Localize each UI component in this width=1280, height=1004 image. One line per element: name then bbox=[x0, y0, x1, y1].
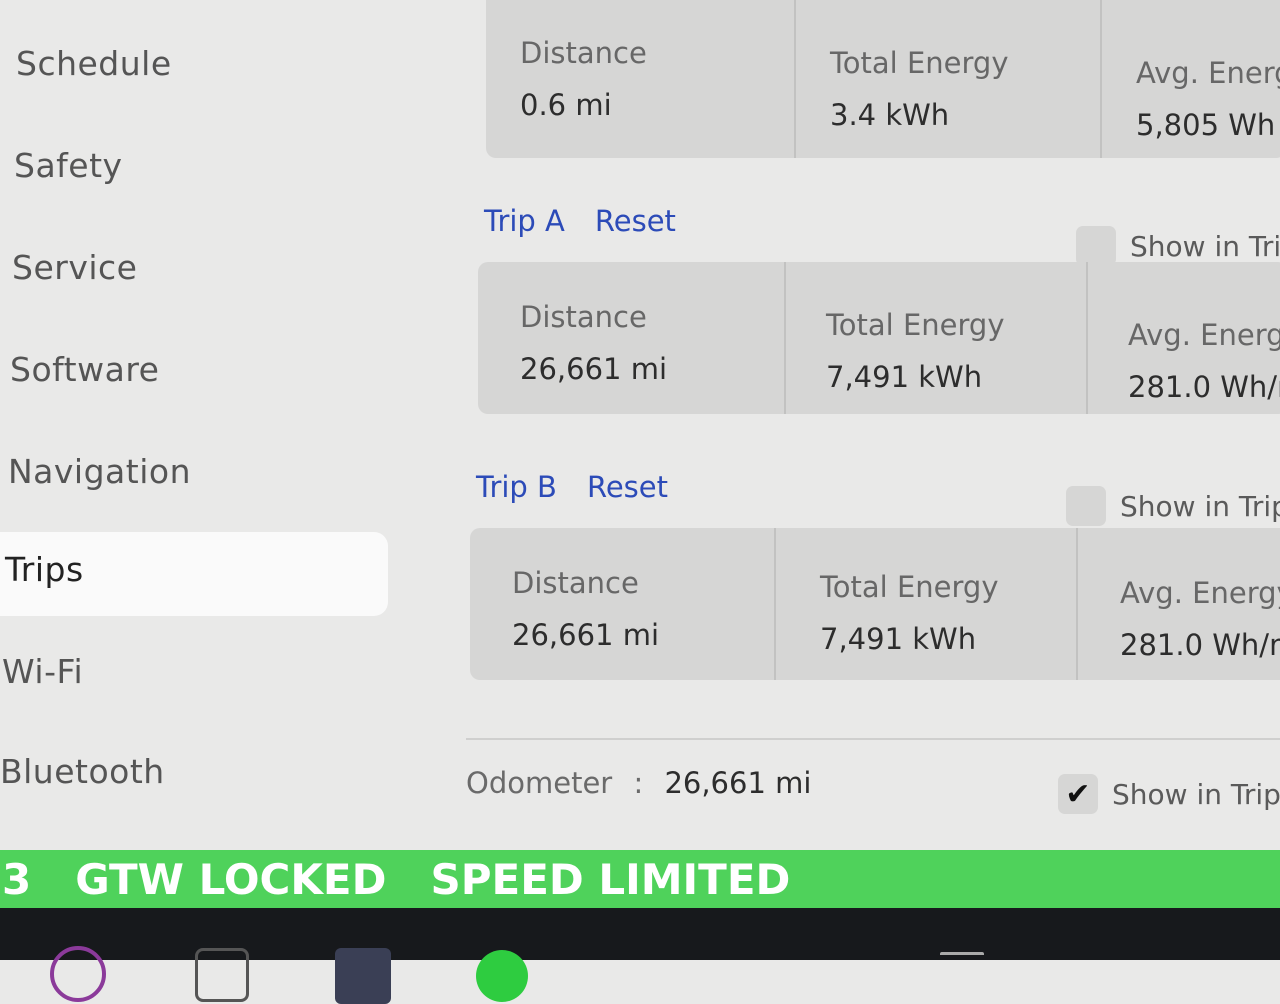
navigation-app-icon[interactable] bbox=[335, 948, 391, 1004]
since-charge-energy: Total Energy 3.4 kWh bbox=[796, 0, 1102, 158]
trip-b-show-toggle[interactable]: Show in Trip bbox=[1066, 486, 1280, 526]
trip-b-title: Trip B bbox=[476, 470, 557, 504]
sidebar-item-service[interactable]: Service bbox=[12, 248, 137, 287]
sidebar-item-safety[interactable]: Safety bbox=[14, 146, 123, 185]
trip-a-distance: Distance 26,661 mi bbox=[478, 262, 786, 414]
sidebar-item-navigation[interactable]: Navigation bbox=[8, 452, 191, 491]
trip-b-distance: Distance 26,661 mi bbox=[470, 528, 776, 680]
trip-b-header: Trip B Reset bbox=[476, 470, 668, 504]
since-charge-avg: Avg. Energ 5,805 Wh bbox=[1136, 56, 1280, 142]
trip-b-card: Distance 26,661 mi Total Energy 7,491 kW… bbox=[470, 528, 1280, 680]
volume-icon[interactable] bbox=[940, 952, 984, 975]
checkmark-icon: ✔ bbox=[1065, 776, 1091, 812]
odometer-readout: Odometer : 26,661 mi bbox=[466, 766, 811, 800]
odometer-show-toggle[interactable]: ✔ Show in Trips bbox=[1058, 774, 1280, 814]
media-app-icon[interactable] bbox=[50, 946, 106, 1002]
odometer-divider bbox=[466, 738, 1280, 740]
sidebar-item-bluetooth[interactable]: Bluetooth bbox=[0, 752, 165, 791]
bottom-dock bbox=[0, 908, 1280, 1004]
phone-app-icon[interactable] bbox=[476, 950, 528, 1002]
gtw-locked-status: GTW LOCKED bbox=[75, 854, 387, 904]
trip-b-reset-button[interactable]: Reset bbox=[587, 470, 668, 504]
sidebar-item-wifi[interactable]: Wi-Fi bbox=[2, 652, 83, 691]
since-charge-distance: Distance 0.6 mi bbox=[486, 0, 796, 158]
sidebar-item-software[interactable]: Software bbox=[10, 350, 159, 389]
status-bar: 3 GTW LOCKED SPEED LIMITED bbox=[0, 850, 1280, 908]
settings-sidebar: Schedule Safety Service Software Navigat… bbox=[0, 0, 400, 850]
trip-a-reset-button[interactable]: Reset bbox=[595, 204, 676, 238]
trip-b-avg: Avg. Energy 281.0 Wh/m bbox=[1120, 576, 1280, 662]
trip-a-avg: Avg. Energ 281.0 Wh/r bbox=[1128, 318, 1280, 404]
trip-a-checkbox[interactable] bbox=[1076, 226, 1116, 266]
trip-a-card: Distance 26,661 mi Total Energy 7,491 kW… bbox=[478, 262, 1280, 414]
app-launcher-icon[interactable] bbox=[195, 948, 249, 1002]
trip-a-title: Trip A bbox=[484, 204, 565, 238]
trip-a-header: Trip A Reset bbox=[484, 204, 676, 238]
trip-a-show-toggle[interactable]: Show in Tri bbox=[1076, 226, 1280, 266]
sidebar-item-schedule[interactable]: Schedule bbox=[16, 44, 172, 83]
trip-b-checkbox[interactable] bbox=[1066, 486, 1106, 526]
trips-panel: Distance 0.6 mi Total Energy 3.4 kWh Avg… bbox=[460, 0, 1280, 850]
trip-a-energy: Total Energy 7,491 kWh bbox=[786, 262, 1088, 414]
odometer-label: Odometer bbox=[466, 766, 613, 800]
odometer-separator: : bbox=[633, 766, 644, 800]
since-charge-card: Distance 0.6 mi Total Energy 3.4 kWh Avg… bbox=[486, 0, 1280, 158]
trip-b-energy: Total Energy 7,491 kWh bbox=[776, 528, 1078, 680]
sidebar-item-trips[interactable]: Trips bbox=[0, 532, 388, 616]
speed-limited-status: SPEED LIMITED bbox=[430, 854, 791, 904]
odometer-value: 26,661 mi bbox=[664, 766, 812, 800]
status-prefix: 3 bbox=[2, 854, 32, 904]
odometer-checkbox[interactable]: ✔ bbox=[1058, 774, 1098, 814]
